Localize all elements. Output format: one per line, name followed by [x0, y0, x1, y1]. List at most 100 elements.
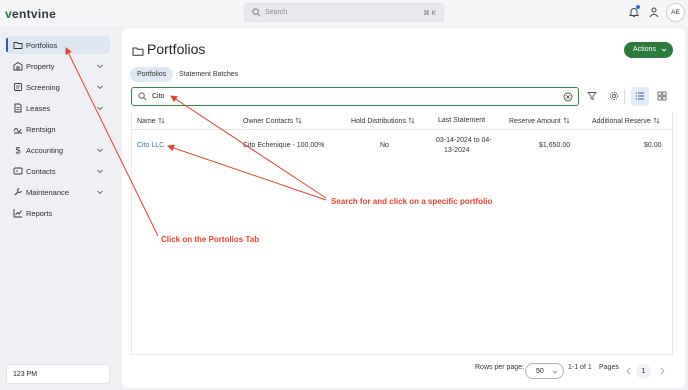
toolbar-divider	[624, 89, 625, 104]
list-view-button[interactable]	[631, 87, 649, 106]
logo-text: entvine	[11, 7, 57, 21]
tab-portfolios[interactable]: Portfolios	[130, 67, 174, 82]
grid-view-icon	[657, 91, 667, 101]
contact-card-icon	[13, 167, 23, 175]
owner-contacts-cell: Cito Echenique - 100.00%	[243, 142, 325, 149]
filter-icon	[587, 92, 597, 101]
grid-view-button[interactable]	[653, 87, 671, 106]
portfolio-search-input[interactable]: Cito	[131, 87, 579, 106]
column-header-name[interactable]: Name	[137, 117, 165, 125]
sidebar-item-contacts[interactable]: Contacts	[6, 162, 110, 180]
sidebar-item-maintenance[interactable]: Maintenance	[6, 183, 110, 201]
document-icon	[14, 103, 22, 113]
chart-icon	[13, 209, 22, 218]
svg-text:$: $	[16, 146, 21, 156]
search-value: Cito	[152, 93, 165, 100]
main-panel: Portfolios Actions Portfolios Statement …	[122, 28, 685, 388]
dollar-icon: $	[16, 146, 21, 156]
screening-icon	[14, 83, 22, 91]
annotation-tab-callout: Click on the Portolios Tab	[161, 235, 260, 244]
sidebar-item-label: Accounting	[26, 146, 64, 155]
rows-per-page-label: Rows per page:	[475, 364, 525, 371]
table-border	[131, 354, 673, 355]
sidebar-item-label: Leases	[26, 104, 51, 113]
pagination-range: 1-1 of 1	[568, 364, 592, 371]
pages-label: Pages	[599, 364, 619, 371]
page-title: Portfolios	[147, 41, 206, 57]
sidebar-item-rentsign[interactable]: Rentsign	[6, 120, 110, 138]
sidebar-item-screening[interactable]: Screening	[6, 78, 110, 96]
sidebar-item-portfolios[interactable]: Portfolios	[6, 36, 110, 54]
clear-icon[interactable]	[563, 92, 573, 102]
folder-icon	[13, 42, 23, 49]
sort-icon	[563, 117, 570, 124]
user-switch-icon[interactable]	[648, 6, 660, 18]
additional-reserve-cell: $0.00	[644, 142, 662, 149]
sidebar-item-label: Screening	[26, 83, 60, 92]
portfolio-name-link[interactable]: Cito LLC	[137, 142, 164, 149]
sort-icon	[653, 117, 660, 124]
last-statement-cell-line2: 13-2024	[444, 147, 470, 154]
chevron-down-icon	[97, 85, 103, 90]
sidebar-item-label: Portfolios	[26, 41, 58, 50]
sidebar-item-accounting[interactable]: $ Accounting	[6, 141, 110, 159]
column-header-last-statement: Last Statement	[438, 117, 486, 124]
gear-icon	[609, 91, 619, 101]
column-header-owner-contacts[interactable]: Owner Contacts	[243, 117, 302, 125]
hold-distributions-cell: No	[380, 142, 389, 149]
sort-icon	[408, 117, 415, 124]
rentvine-logo[interactable]: ventvine	[5, 7, 56, 21]
annotation-search-callout: Search for and click on a specific portf…	[331, 197, 493, 206]
folder-icon	[132, 47, 144, 56]
search-placeholder: Search	[265, 9, 288, 16]
chevron-down-icon	[97, 106, 103, 111]
reserve-amount-cell: $1,650.00	[539, 142, 571, 149]
sidebar-item-reports[interactable]: Reports	[6, 204, 110, 222]
notification-badge	[636, 5, 640, 9]
actions-label: Actions	[633, 46, 656, 53]
sort-icon	[295, 117, 302, 124]
top-bar: ventvine Search ⌘ K AE	[0, 0, 688, 26]
page-number-button[interactable]: 1	[636, 364, 651, 379]
list-view-icon	[635, 92, 644, 100]
sidebar-item-label: Maintenance	[26, 188, 69, 197]
column-header-additional-reserve[interactable]: Additional Reserve	[592, 117, 660, 125]
table-header: Name Owner Contacts Hold Distributions L…	[131, 112, 673, 130]
actions-button[interactable]: Actions	[624, 42, 673, 58]
sidebar-item-label: Contacts	[26, 167, 56, 176]
rows-per-page-value: 50	[536, 368, 544, 375]
chevron-down-icon	[552, 370, 558, 374]
global-search-input[interactable]: Search ⌘ K	[244, 3, 444, 22]
avatar[interactable]: AE	[666, 3, 685, 22]
chevron-down-icon	[97, 190, 103, 195]
last-statement-cell: 03-14-2024 to 04-	[436, 137, 492, 144]
account-switcher[interactable]: 123 PM	[6, 364, 110, 384]
sidebar-item-leases[interactable]: Leases	[6, 99, 110, 117]
chevron-down-icon	[661, 48, 667, 52]
search-icon	[138, 92, 147, 101]
account-name: 123 PM	[13, 371, 38, 378]
search-shortcut: ⌘ K	[423, 10, 436, 17]
settings-button[interactable]	[605, 87, 623, 106]
search-icon	[252, 8, 261, 17]
column-header-reserve-amount[interactable]: Reserve Amount	[509, 117, 570, 125]
chevron-down-icon	[97, 169, 103, 174]
sidebar-item-label: Property	[26, 62, 55, 71]
rows-per-page-select[interactable]: 50	[525, 363, 564, 379]
tab-statement-batches[interactable]: Statement Batches	[172, 67, 245, 82]
sidebar-item-label: Reports	[26, 209, 53, 218]
chevron-right-icon[interactable]	[658, 367, 666, 375]
wrench-icon	[14, 188, 22, 196]
filter-button[interactable]	[583, 87, 601, 106]
signature-icon	[13, 127, 22, 134]
chevron-left-icon[interactable]	[625, 367, 633, 375]
sidebar-item-property[interactable]: Property	[6, 57, 110, 75]
table-row[interactable]: Cito LLC Cito Echenique - 100.00% No 03-…	[131, 132, 673, 160]
column-header-hold-distributions[interactable]: Hold Distributions	[351, 117, 415, 125]
building-icon	[13, 61, 23, 71]
chevron-down-icon	[97, 148, 103, 153]
chevron-down-icon	[97, 64, 103, 69]
sidebar: Portfolios Property Screening Leases Ren…	[0, 28, 116, 390]
sidebar-item-label: Rentsign	[26, 125, 56, 134]
sort-icon	[158, 117, 165, 124]
